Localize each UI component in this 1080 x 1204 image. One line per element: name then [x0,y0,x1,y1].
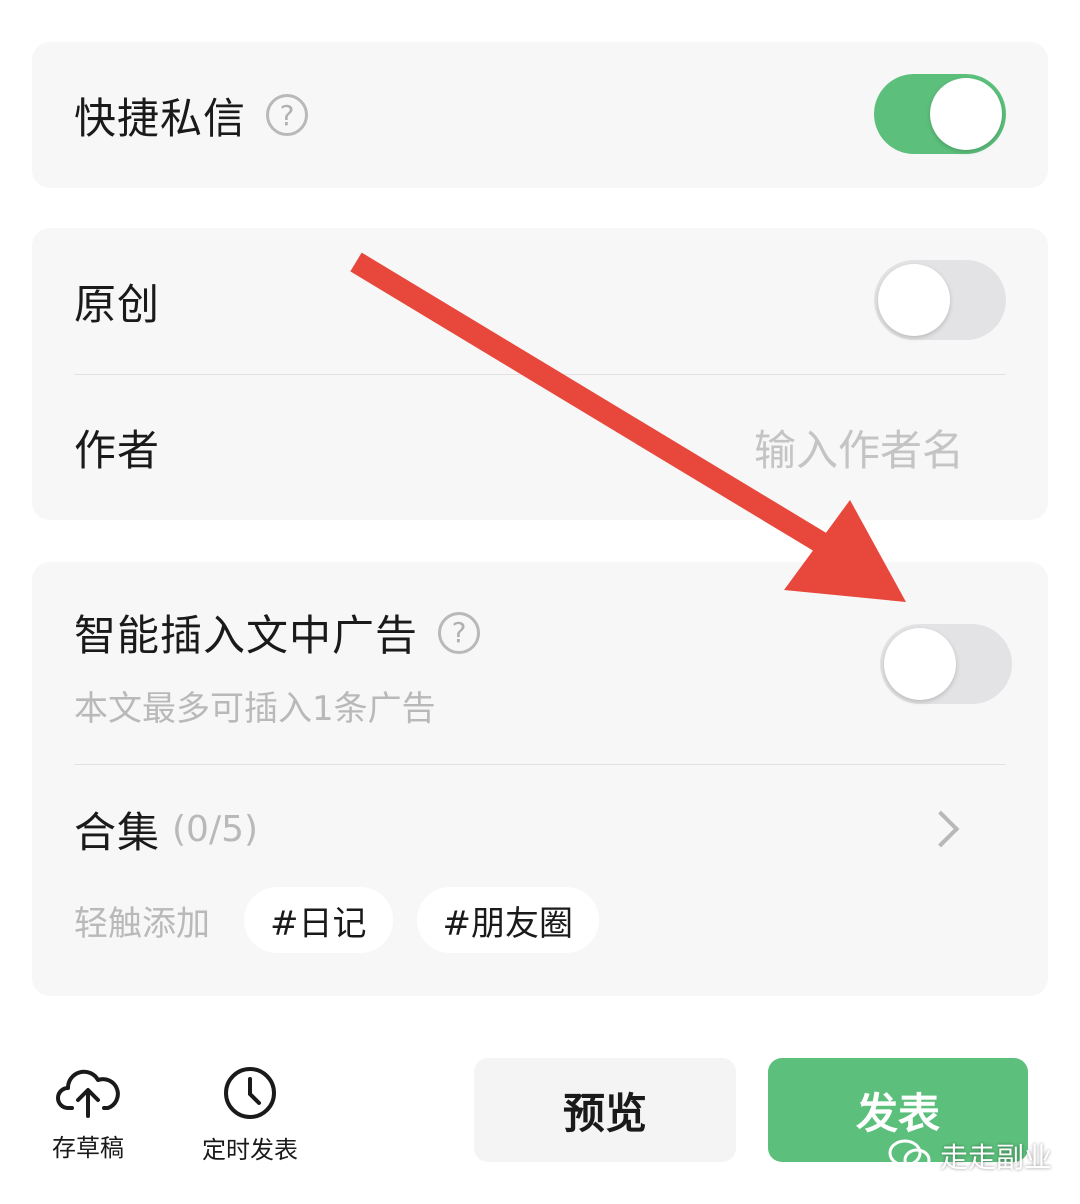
quick-message-card: 快捷私信 ? [32,42,1048,188]
cloud-upload-icon [56,1069,120,1118]
help-icon[interactable]: ? [266,94,309,136]
toggle-knob [930,78,1002,150]
chevron-right-icon[interactable] [922,810,960,848]
wechat-icon [888,1139,931,1172]
collection-count: (0/5) [172,808,259,850]
clock-icon [224,1067,276,1119]
original-row: 原创 [74,228,1006,374]
save-draft-label: 存草稿 [52,1134,124,1162]
author-input[interactable]: 输入作者名 [754,417,964,478]
smart-ads-row: 智能插入文中广告 ? 本文最多可插入1条广告 [74,602,481,730]
divider [74,764,1006,765]
schedule-label: 定时发表 [202,1136,298,1164]
help-icon[interactable]: ? [438,611,481,654]
toggle-knob [878,264,950,336]
toggle-knob [884,628,956,700]
collection-row[interactable]: 合集 (0/5) [74,784,1006,874]
smart-ads-subtitle: 本文最多可插入1条广告 [74,689,436,729]
watermark: 走走副业 [888,1136,1052,1176]
author-label: 作者 [74,426,161,475]
quick-message-label: 快捷私信 [74,93,247,143]
quick-message-row: 快捷私信 ? [74,42,1006,188]
author-row[interactable]: 作者 输入作者名 [74,375,1006,520]
quick-add-label: 轻触添加 [74,903,210,944]
collection-label: 合集 [74,807,161,857]
original-author-card: 原创 作者 输入作者名 [32,228,1048,520]
watermark-text: 走走副业 [940,1141,1053,1174]
ads-collection-card: 智能插入文中广告 ? 本文最多可插入1条广告 合集 (0/5) 轻触添加 #日记… [32,562,1048,996]
quick-add-row: 轻触添加 #日记 #朋友圈 [74,884,1006,956]
smart-ads-toggle[interactable] [880,624,1012,704]
original-label: 原创 [74,279,161,329]
original-toggle[interactable] [874,260,1006,340]
save-draft-button[interactable]: 存草稿 [52,1064,124,1163]
schedule-button[interactable]: 定时发表 [202,1064,298,1165]
tag-chip[interactable]: #日记 [244,887,393,953]
smart-ads-label: 智能插入文中广告 [74,611,419,660]
quick-message-toggle[interactable] [874,74,1006,154]
tag-chip[interactable]: #朋友圈 [416,887,599,953]
preview-button[interactable]: 预览 [474,1058,736,1162]
